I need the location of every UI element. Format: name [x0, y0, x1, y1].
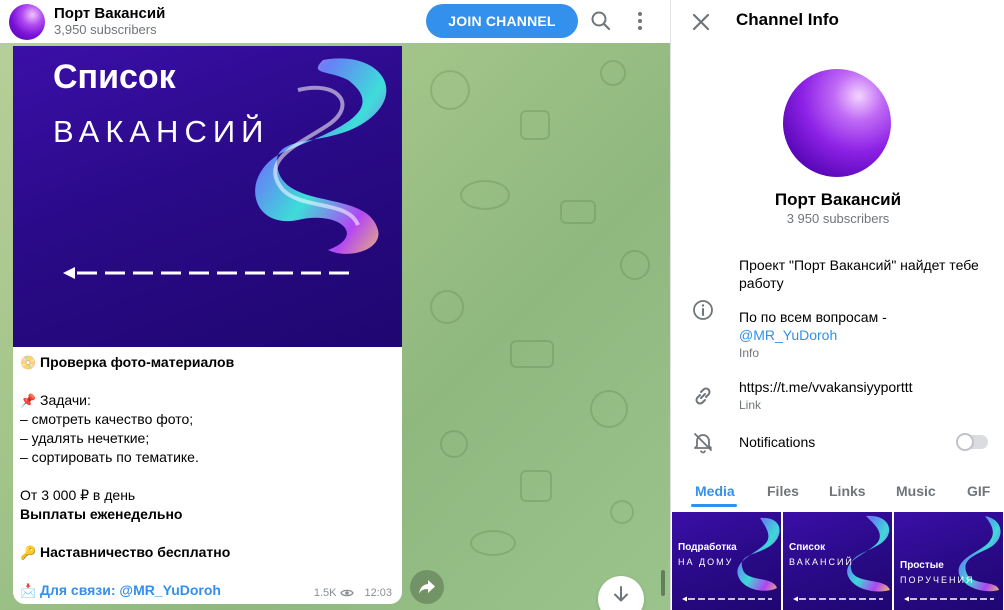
thumbnail-title: Список: [789, 542, 826, 553]
info-caption: Info: [739, 346, 760, 360]
join-channel-button[interactable]: JOIN CHANNEL: [426, 4, 578, 38]
holographic-shape: [847, 515, 890, 592]
wallpaper-doodle: [560, 200, 596, 224]
thumbnail-subtitle: НА ДОМУ: [678, 557, 734, 567]
wallpaper-doodle: [600, 60, 626, 86]
post-meta: 1.5K 12:03: [314, 587, 392, 599]
post-line: [20, 524, 395, 543]
share-icon: [419, 580, 435, 594]
holographic-shape: [737, 517, 780, 591]
channel-post[interactable]: Список ВАКАНСИЙ 📀 Проверка фото-материал…: [13, 46, 402, 604]
channel-link[interactable]: https://t.me/vvakansiyyporttt: [739, 378, 994, 396]
dashed-arrow: [904, 596, 994, 602]
wallpaper-doodle: [430, 290, 464, 324]
chat-scrollbar[interactable]: [661, 570, 665, 596]
post-line: – смотреть качество фото;: [20, 411, 194, 427]
chat-area: Порт Вакансий 3,950 subscribers JOIN CHA…: [0, 0, 670, 610]
thumbnail-subtitle: ПОРУЧЕНИЯ: [900, 575, 975, 585]
channel-name: Порт Вакансий: [774, 190, 902, 209]
post-line: – сортировать по тематике.: [20, 449, 199, 465]
channel-description: Проект "Порт Вакансий" найдет тебе работ…: [739, 256, 994, 361]
chat-header: Порт Вакансий 3,950 subscribers JOIN CHA…: [0, 0, 670, 43]
channel-info-panel: Channel Info Порт Вакансий 3 950 subscri…: [670, 0, 1004, 610]
close-icon[interactable]: [689, 10, 713, 34]
channel-link-row[interactable]: https://t.me/vvakansiyyporttt Link: [739, 378, 994, 413]
channel-title: Порт Вакансий: [54, 5, 166, 22]
description-mention-link[interactable]: @MR_YuDoroh: [739, 326, 994, 344]
channel-subscribers: 3,950 subscribers: [54, 22, 157, 37]
wallpaper-doodle: [470, 530, 516, 556]
key-icon: 🔑: [20, 546, 37, 561]
wallpaper-doodle: [620, 250, 650, 280]
post-line: 📀 Проверка фото-материалов: [20, 354, 235, 371]
scroll-down-button[interactable]: [598, 576, 644, 610]
post-line: [20, 562, 395, 581]
channel-avatar[interactable]: [9, 3, 45, 40]
post-time: 12:03: [364, 587, 392, 599]
post-line: 🔑 Наставничество бесплатно: [20, 544, 231, 561]
view-count: 1.5K: [313, 587, 337, 599]
search-icon[interactable]: [588, 8, 614, 34]
channel-subscriber-count: 3 950 subscribers: [786, 211, 890, 226]
wallpaper-doodle: [520, 470, 552, 502]
post-line: [20, 467, 395, 486]
post-line: [20, 372, 395, 391]
post-image[interactable]: Список ВАКАНСИЙ: [13, 46, 402, 347]
description-line: работу: [739, 275, 784, 291]
description-line: По по всем вопросам -: [739, 309, 887, 325]
media-thumbnail[interactable]: Простые ПОРУЧЕНИЯ: [894, 512, 1003, 610]
wallpaper-doodle: [440, 430, 468, 458]
tab-media[interactable]: Media: [695, 475, 735, 499]
arrow-down-icon: [614, 586, 628, 602]
active-tab-indicator: [691, 504, 737, 507]
contact-link[interactable]: Для связи: @MR_YuDoroh: [40, 582, 221, 598]
media-thumbnail[interactable]: Подработка НА ДОМУ: [672, 512, 781, 610]
bell-off-icon: [694, 433, 712, 454]
post-line: 📌 Задачи:: [20, 392, 91, 409]
wallpaper-doodle: [460, 180, 510, 210]
tab-gif[interactable]: GIF: [967, 475, 990, 499]
wallpaper-doodle: [590, 390, 628, 428]
dashed-arrow: [793, 596, 883, 602]
pin-icon: 📌: [20, 394, 37, 409]
channel-avatar-large[interactable]: [783, 69, 891, 177]
post-image-title: Список: [53, 58, 176, 96]
thumbnail-title: Простые: [900, 560, 944, 571]
tab-music[interactable]: Music: [896, 475, 936, 499]
link-caption: Link: [739, 398, 762, 412]
post-line: Выплаты еженедельно: [20, 506, 183, 522]
thumbnail-title: Подработка: [678, 542, 737, 553]
post-line: – удалять нечеткие;: [20, 430, 150, 446]
wallpaper-doodle: [520, 110, 550, 140]
wallpaper-doodle: [430, 70, 470, 110]
link-icon: [695, 387, 711, 405]
toggle-knob: [956, 433, 974, 451]
disc-icon: 📀: [20, 356, 37, 371]
post-line: От 3 000 ₽ в день: [20, 487, 136, 503]
wallpaper-doodle: [610, 500, 634, 524]
tab-files[interactable]: Files: [767, 475, 799, 499]
tab-links[interactable]: Links: [829, 475, 866, 499]
media-thumbnail[interactable]: Список ВАКАНСИЙ: [783, 512, 892, 610]
share-button[interactable]: [410, 570, 444, 604]
media-grid: Подработка НА ДОМУ Список ВАКАНСИЙ Прост…: [672, 512, 1004, 610]
channel-title-block[interactable]: Порт Вакансий 3,950 subscribers: [54, 5, 165, 38]
description-line: Проект "Порт Вакансий" найдет тебе: [739, 257, 979, 273]
notifications-toggle[interactable]: [956, 433, 988, 451]
wallpaper-doodle: [510, 340, 554, 368]
thumbnail-subtitle: ВАКАНСИЙ: [789, 557, 854, 567]
info-icon: [693, 300, 713, 320]
post-text: 📀 Проверка фото-материалов 📌 Задачи: – смо…: [20, 353, 395, 600]
panel-title: Channel Info: [736, 10, 839, 29]
eye-icon: [340, 589, 355, 597]
dashed-arrow: [682, 596, 772, 602]
panel-header: Channel Info: [671, 0, 1004, 43]
dashed-arrow: [63, 267, 355, 279]
more-vertical-icon[interactable]: [627, 8, 653, 34]
envelope-icon: 📩: [20, 584, 37, 599]
holographic-shape: [255, 58, 387, 254]
